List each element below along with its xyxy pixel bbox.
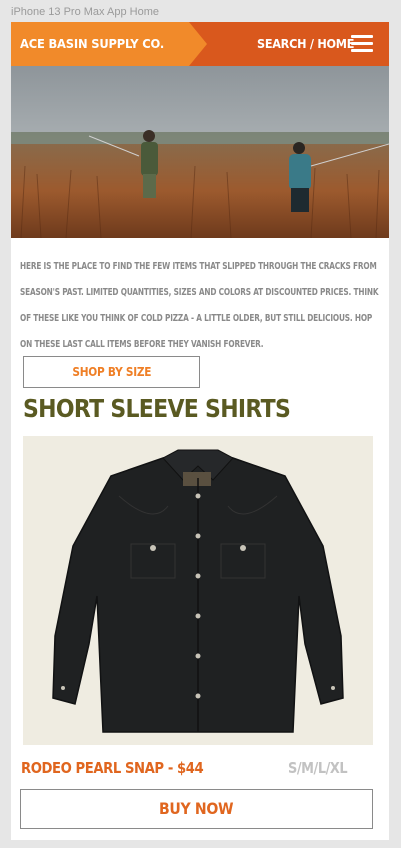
buy-now-label: BUY NOW [159, 799, 234, 818]
buy-now-button[interactable]: BUY NOW [20, 789, 373, 829]
product-sizes: S/M/L/XL [288, 759, 348, 777]
hero-image [11, 66, 389, 238]
app-screen: ACE BASIN SUPPLY CO. SEARCH / HOME HERE … [11, 22, 389, 840]
product-name-price[interactable]: RODEO PEARL SNAP - $44 [21, 759, 204, 777]
hamburger-menu-icon[interactable] [351, 35, 373, 53]
artboard-label: iPhone 13 Pro Max App Home [11, 6, 159, 18]
brand-logo-text[interactable]: ACE BASIN SUPPLY CO. [20, 22, 164, 66]
intro-text: Here is the place to find the few items … [11, 238, 389, 358]
app-header: ACE BASIN SUPPLY CO. SEARCH / HOME [11, 22, 389, 66]
search-home-link[interactable]: SEARCH / HOME [257, 22, 354, 66]
intro-paragraph: Here is the place to find the few items … [20, 261, 379, 350]
product-image[interactable] [23, 436, 373, 745]
section-title: SHORT SLEEVE SHIRTS [23, 394, 291, 423]
shop-by-size-button[interactable]: SHOP BY SIZE [23, 356, 200, 388]
shop-by-size-label: SHOP BY SIZE [72, 365, 151, 379]
